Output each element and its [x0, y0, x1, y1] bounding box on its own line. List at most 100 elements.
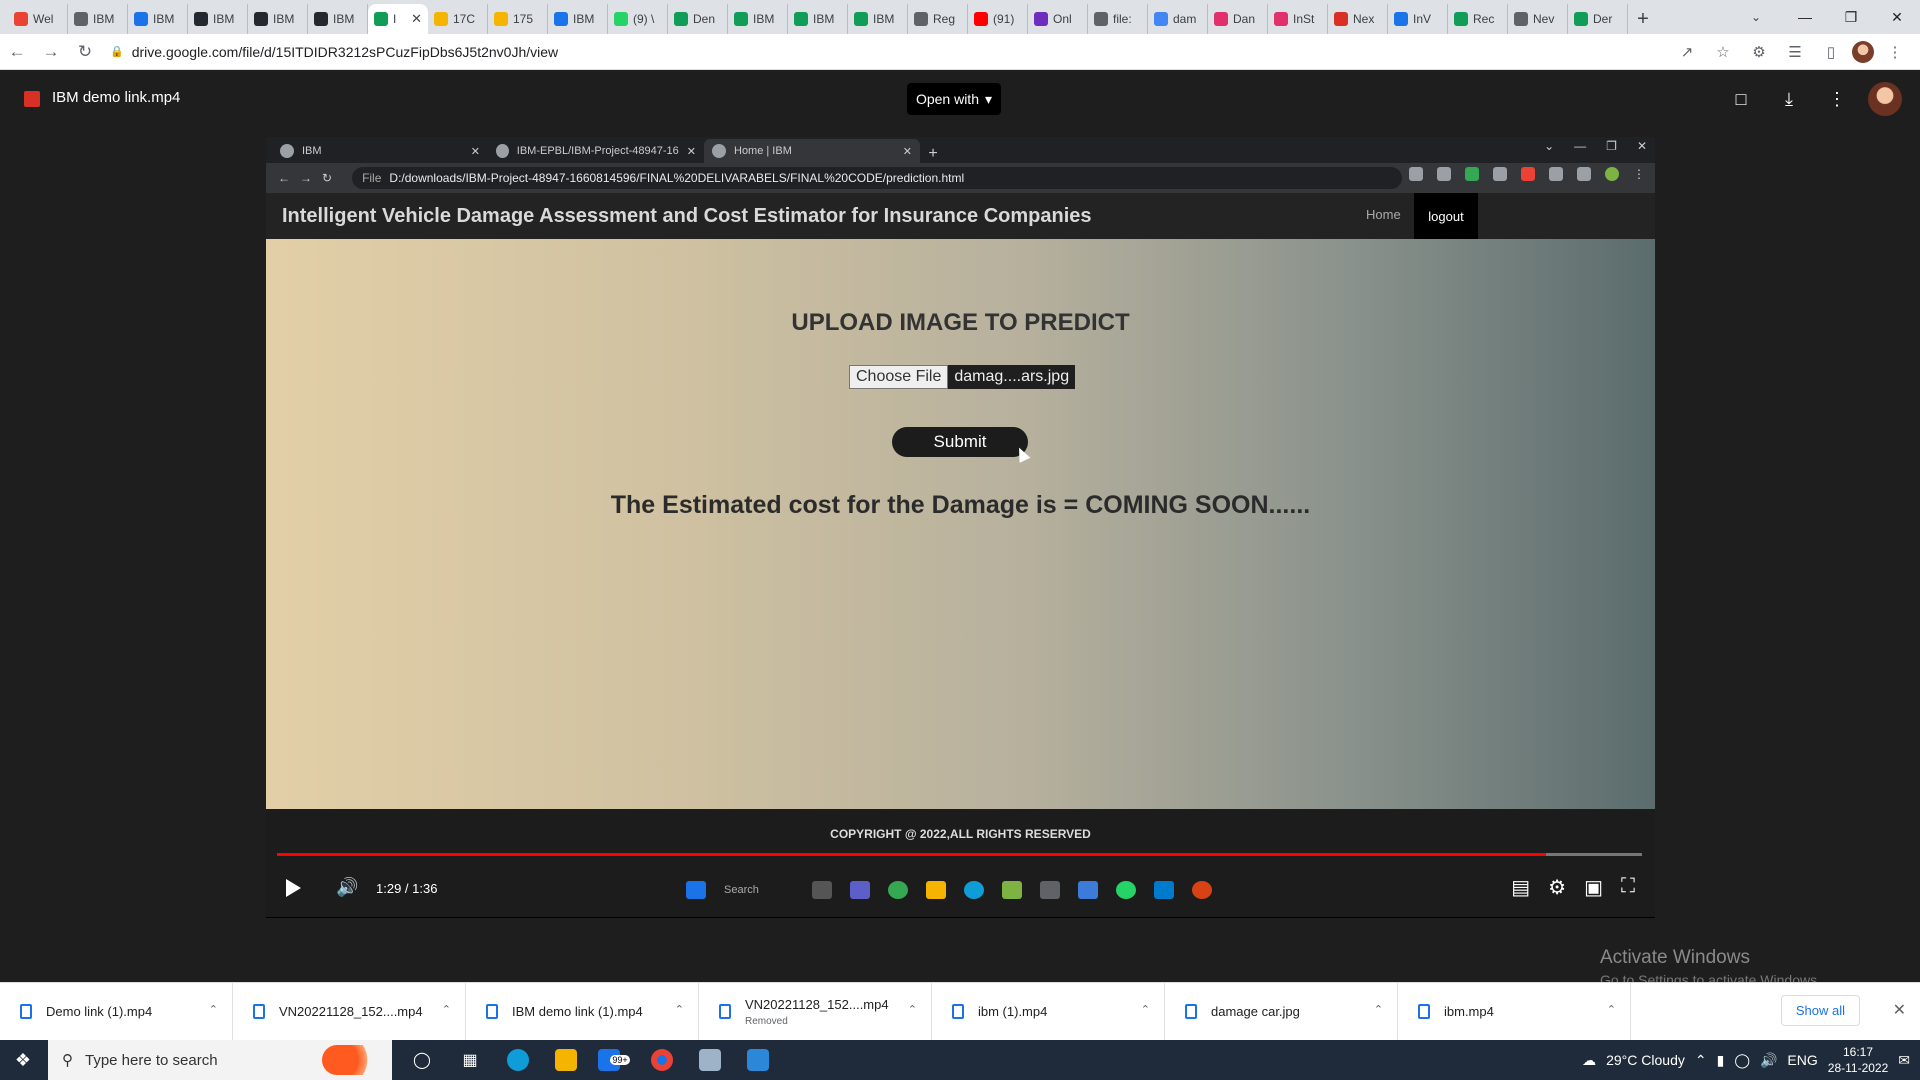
browser-tab[interactable]: Rec [1448, 4, 1508, 34]
tray-chevron-icon[interactable]: ⌃ [1695, 1052, 1707, 1069]
captions-icon[interactable]: ▤ [1511, 875, 1530, 900]
forward-icon[interactable]: → [34, 35, 68, 69]
recorded-chrome-icon [888, 881, 908, 899]
more-options-icon[interactable]: ⋮ [1820, 82, 1854, 116]
browser-tab[interactable]: Reg [908, 4, 968, 34]
add-comment-icon[interactable]: □ [1724, 82, 1758, 116]
open-with-button[interactable]: Open with ▾ [907, 83, 1001, 115]
new-tab-button[interactable]: + [1628, 4, 1658, 34]
browser-tab[interactable]: IBM [308, 4, 368, 34]
video-progress-bar[interactable] [277, 853, 1642, 856]
browser-tab[interactable]: file: [1088, 4, 1148, 34]
download-item[interactable]: ibm.mp4 ⌃ [1398, 982, 1631, 1041]
restore-icon[interactable]: ❐ [1828, 0, 1874, 34]
recorded-star-icon [1437, 167, 1451, 181]
language-indicator[interactable]: ENG [1787, 1052, 1817, 1068]
task-view-icon[interactable]: ▦ [446, 1040, 494, 1080]
download-options-chevron-icon[interactable]: ⌃ [442, 1003, 451, 1016]
volume-icon[interactable]: 🔊 [336, 877, 358, 898]
cloud-icon: ☁ [1582, 1051, 1597, 1068]
browser-tab[interactable]: Wel [8, 4, 68, 34]
settings-icon[interactable]: ⚙ [1548, 875, 1566, 900]
download-options-chevron-icon[interactable]: ⌃ [1374, 1003, 1383, 1016]
taskbar-search[interactable]: ⚲ Type here to search [48, 1040, 392, 1080]
browser-tab[interactable]: IBM [188, 4, 248, 34]
battery-icon[interactable]: ▮ [1717, 1052, 1725, 1069]
volume-tray-icon[interactable]: 🔊 [1760, 1052, 1777, 1069]
browser-tab[interactable]: IBM [68, 4, 128, 34]
browser-tab[interactable]: I ✕ [368, 4, 428, 34]
download-options-chevron-icon[interactable]: ⌃ [908, 1003, 917, 1016]
back-icon[interactable]: ← [0, 35, 34, 69]
browser-tab[interactable]: (9) \ [608, 4, 668, 34]
reload-icon[interactable]: ↻ [68, 35, 102, 69]
close-shelf-icon[interactable]: ✕ [1893, 1000, 1906, 1020]
browser-tab[interactable]: IBM [788, 4, 848, 34]
mail-icon[interactable]: 99+ [590, 1040, 638, 1080]
browser-tab[interactable]: InSt [1268, 4, 1328, 34]
cortana-icon[interactable]: ◯ [398, 1040, 446, 1080]
tab-search-button[interactable]: ⌄ [1738, 0, 1774, 34]
play-icon[interactable] [286, 879, 301, 897]
download-options-chevron-icon[interactable]: ⌃ [209, 1003, 218, 1016]
file-explorer-icon[interactable] [542, 1040, 590, 1080]
extensions-icon[interactable]: ⚙ [1744, 37, 1774, 67]
fullscreen-icon[interactable]: ⛶ [1621, 875, 1635, 900]
download-item[interactable]: damage car.jpg ⌃ [1165, 982, 1398, 1041]
miniplayer-icon[interactable]: ▣ [1584, 875, 1603, 900]
browser-tab[interactable]: (91) [968, 4, 1028, 34]
browser-tab[interactable]: dam [1148, 4, 1208, 34]
address-bar[interactable]: 🔒 drive.google.com/file/d/15ITDIDR3212sP… [110, 38, 558, 66]
browser-tab[interactable]: InV [1388, 4, 1448, 34]
bookmark-star-icon[interactable]: ☆ [1708, 37, 1738, 67]
share-icon[interactable]: ↗ [1672, 37, 1702, 67]
download-item[interactable]: IBM demo link (1).mp4 ⌃ [466, 982, 699, 1041]
tab-close-icon[interactable]: ✕ [411, 11, 422, 27]
tab-favicon-icon [1214, 12, 1228, 26]
download-item[interactable]: VN20221128_152....mp4 Removed ⌃ [699, 982, 932, 1041]
browser-tab[interactable]: IBM [548, 4, 608, 34]
browser-tab[interactable]: Nex [1328, 4, 1388, 34]
browser-tab[interactable]: Den [668, 4, 728, 34]
profile-avatar[interactable] [1852, 41, 1874, 63]
network-icon[interactable]: ◯ [1734, 1052, 1750, 1069]
browser-tab[interactable]: Der [1568, 4, 1628, 34]
video-player[interactable]: IBM ✕ IBM-EPBL/IBM-Project-48947-16 ✕ Home |… [266, 137, 1655, 918]
download-options-chevron-icon[interactable]: ⌃ [675, 1003, 684, 1016]
edge-icon[interactable] [494, 1040, 542, 1080]
download-item[interactable]: Demo link (1).mp4 ⌃ [0, 982, 233, 1041]
side-panel-icon[interactable]: ▯ [1816, 37, 1846, 67]
browser-tab[interactable]: Nev [1508, 4, 1568, 34]
minimize-icon[interactable]: — [1782, 0, 1828, 34]
recorded-restore-icon: ❐ [1606, 139, 1617, 153]
browser-tab[interactable]: IBM [848, 4, 908, 34]
nav-home-link: Home [1366, 207, 1401, 222]
show-all-downloads-button[interactable]: Show all [1780, 995, 1860, 1026]
app-icon[interactable] [686, 1040, 734, 1080]
browser-tab[interactable]: 175 [488, 4, 548, 34]
windows-start-icon[interactable]: ❖ [0, 1040, 46, 1080]
download-name: VN20221128_152....mp4 [279, 1004, 423, 1019]
recorded-tab-label: Home | IBM [734, 145, 792, 157]
chrome-icon[interactable] [638, 1040, 686, 1080]
photos-icon[interactable] [734, 1040, 782, 1080]
browser-tab[interactable]: IBM [128, 4, 188, 34]
download-item[interactable]: ibm (1).mp4 ⌃ [932, 982, 1165, 1041]
download-options-chevron-icon[interactable]: ⌃ [1607, 1003, 1616, 1016]
notification-icon[interactable]: ✉ [1898, 1052, 1910, 1069]
weather-text[interactable]: 29°C Cloudy [1606, 1052, 1685, 1068]
taskbar-clock[interactable]: 16:17 28-11-2022 [1828, 1044, 1889, 1076]
download-options-chevron-icon[interactable]: ⌃ [1141, 1003, 1150, 1016]
account-avatar[interactable] [1868, 82, 1902, 116]
reading-list-icon[interactable]: ☰ [1780, 37, 1810, 67]
browser-tab[interactable]: Onl [1028, 4, 1088, 34]
download-item[interactable]: VN20221128_152....mp4 ⌃ [233, 982, 466, 1041]
close-icon[interactable]: ✕ [1874, 0, 1920, 34]
browser-tab[interactable]: IBM [248, 4, 308, 34]
browser-tab[interactable]: IBM [728, 4, 788, 34]
menu-dots-icon[interactable]: ⋮ [1880, 37, 1910, 67]
recorded-shield-icon [1493, 167, 1507, 181]
download-icon[interactable]: ⤓ [1772, 82, 1806, 116]
browser-tab[interactable]: 17C [428, 4, 488, 34]
browser-tab[interactable]: Dan [1208, 4, 1268, 34]
